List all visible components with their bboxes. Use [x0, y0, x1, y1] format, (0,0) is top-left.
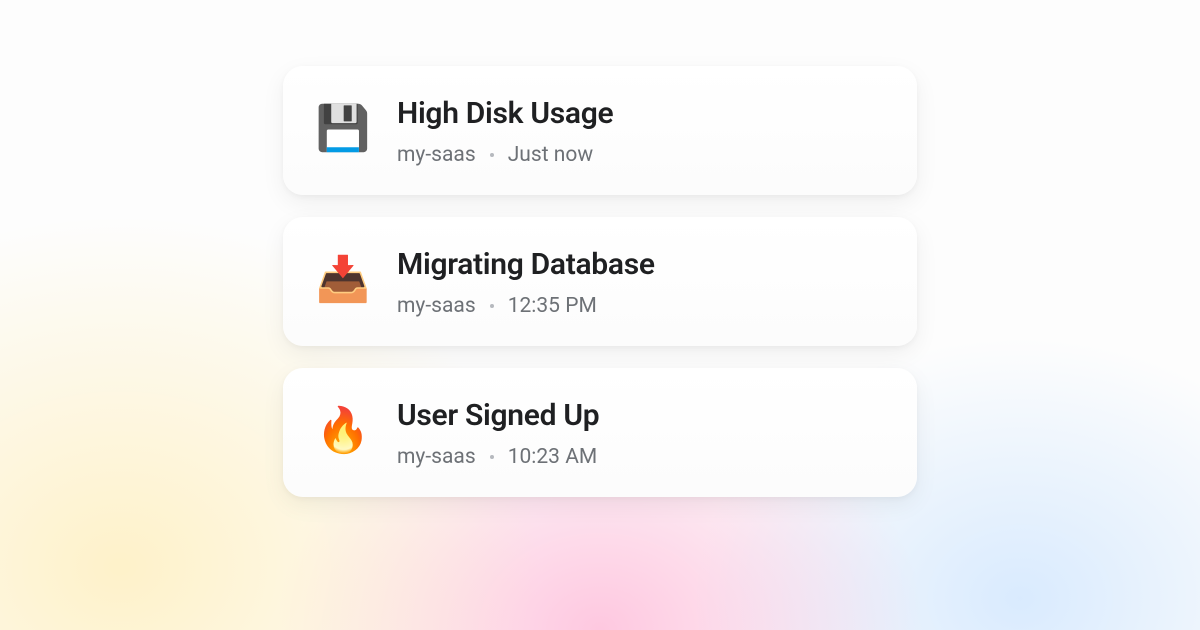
notification-meta: my-saas 10:23 AM — [397, 445, 883, 469]
notification-list: 💾 High Disk Usage my-saas Just now 📥 Mig… — [283, 66, 917, 497]
fire-icon: 🔥 — [317, 404, 369, 456]
separator-dot — [490, 153, 494, 157]
floppy-disk-icon: 💾 — [317, 102, 369, 154]
notification-card[interactable]: 🔥 User Signed Up my-saas 10:23 AM — [283, 368, 917, 497]
notification-content: Migrating Database my-saas 12:35 PM — [397, 247, 883, 318]
notification-card[interactable]: 💾 High Disk Usage my-saas Just now — [283, 66, 917, 195]
notification-project: my-saas — [397, 143, 476, 167]
separator-dot — [490, 304, 494, 308]
notification-content: High Disk Usage my-saas Just now — [397, 96, 883, 167]
notification-card[interactable]: 📥 Migrating Database my-saas 12:35 PM — [283, 217, 917, 346]
notification-meta: my-saas 12:35 PM — [397, 294, 883, 318]
notification-content: User Signed Up my-saas 10:23 AM — [397, 398, 883, 469]
notification-title: Migrating Database — [397, 247, 883, 282]
notification-project: my-saas — [397, 445, 476, 469]
notification-title: User Signed Up — [397, 398, 883, 433]
notification-time: 12:35 PM — [508, 294, 597, 318]
notification-meta: my-saas Just now — [397, 143, 883, 167]
separator-dot — [490, 455, 494, 459]
notification-project: my-saas — [397, 294, 476, 318]
notification-time: Just now — [508, 143, 593, 167]
notification-time: 10:23 AM — [508, 445, 598, 469]
notification-title: High Disk Usage — [397, 96, 883, 131]
inbox-download-icon: 📥 — [317, 253, 369, 305]
